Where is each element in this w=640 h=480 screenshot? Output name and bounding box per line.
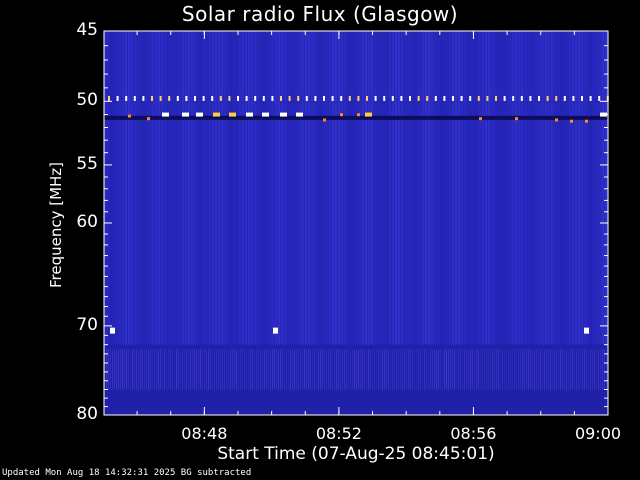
x-tick-label: 08:52 <box>315 424 362 443</box>
y-tick-label: 70 <box>76 314 98 335</box>
y-tick-label: 50 <box>76 90 98 111</box>
spectrogram-plot-area <box>104 31 609 415</box>
x-axis-label: Start Time (07-Aug-25 08:45:01) <box>217 444 495 464</box>
x-tick-label: 09:00 <box>574 424 622 443</box>
update-footer: Updated Mon Aug 18 14:32:31 2025 BG subt… <box>2 468 252 478</box>
y-tick-label: 55 <box>76 153 98 174</box>
x-tick-label: 08:56 <box>450 424 497 443</box>
y-tick-label: 45 <box>76 20 98 40</box>
y-tick-label: 60 <box>76 212 98 232</box>
y-tick-label: 80 <box>76 404 98 424</box>
x-tick-label: 08:48 <box>181 424 228 443</box>
y-axis-label: Frequency [MHz] <box>47 161 65 289</box>
